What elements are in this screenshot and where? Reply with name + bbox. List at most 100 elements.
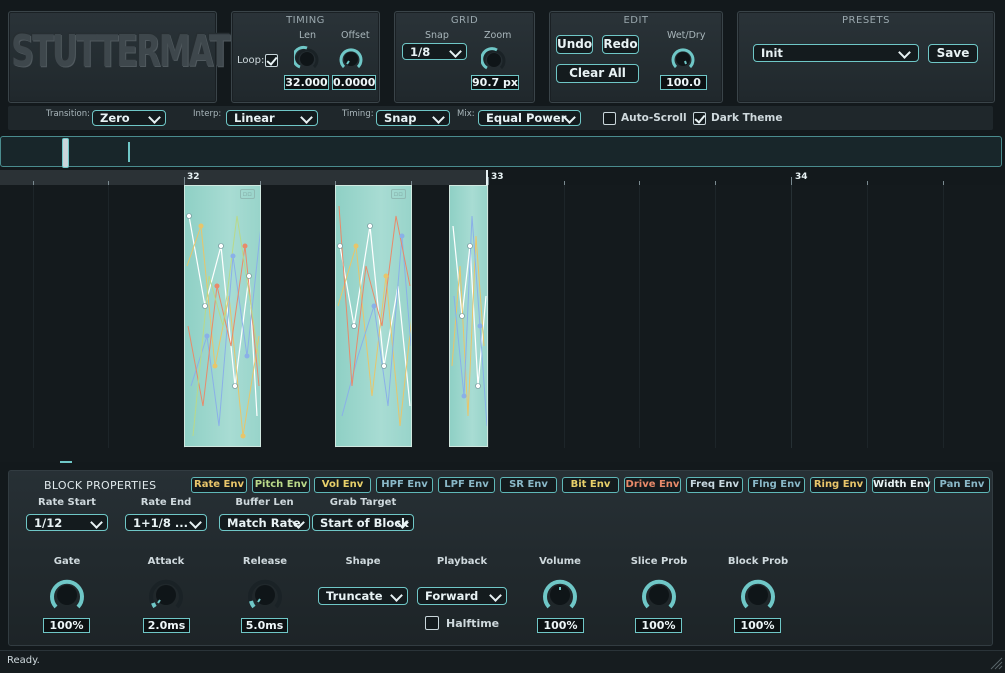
tab-rate-env[interactable]: Rate Env [191, 477, 247, 493]
rate-end-label: Rate End [140, 497, 192, 508]
offset-value[interactable]: 0.0000... [332, 75, 376, 90]
dark-theme-label: Dark Theme [711, 112, 783, 124]
attack-value[interactable]: 2.0ms [143, 618, 190, 633]
len-knob[interactable] [294, 45, 320, 73]
grid-line [488, 185, 489, 448]
release-knob[interactable] [246, 575, 284, 615]
save-button[interactable]: Save [928, 44, 978, 63]
volume-value[interactable]: 100% [537, 618, 584, 633]
overview-handle[interactable] [62, 138, 69, 168]
mix-dropdown[interactable]: Equal Power [478, 110, 581, 126]
envelope-lines [451, 215, 487, 427]
ruler-marker-34: 34 [795, 172, 808, 182]
slice-prob-label: Slice Prob [630, 556, 688, 567]
volume-label: Volume [539, 556, 581, 567]
edit-title: EDIT [623, 15, 649, 26]
block-prob-value[interactable]: 100% [734, 618, 781, 633]
status-text: Ready. [7, 655, 40, 666]
chevron-down-icon [90, 516, 103, 529]
rate-start-label: Rate Start [38, 497, 96, 508]
clear-all-button[interactable]: Clear All [556, 64, 639, 83]
gate-knob[interactable] [48, 575, 86, 615]
wetdry-knob[interactable] [670, 45, 696, 73]
chevron-down-icon [489, 589, 502, 602]
resize-grip-icon[interactable] [989, 656, 1003, 670]
release-value[interactable]: 5.0ms [241, 618, 288, 633]
envelope-lines [337, 205, 411, 427]
zoom-knob[interactable] [481, 46, 507, 74]
tab-sr-env[interactable]: SR Env [500, 477, 557, 493]
rate-start-dropdown[interactable]: 1/12 [26, 514, 108, 531]
logo: STUTTERMATION [11, 25, 291, 77]
tab-drive-env[interactable]: Drive Env [624, 477, 681, 493]
volume-knob[interactable] [541, 575, 579, 615]
len-value[interactable]: 32.000 [284, 75, 329, 90]
loop-checkbox[interactable] [265, 54, 278, 67]
grid-line [867, 185, 868, 448]
tab-vol-env[interactable]: Vol Env [314, 477, 371, 493]
tab-flng-env[interactable]: Flng Env [748, 477, 805, 493]
playback-label: Playback [436, 556, 488, 567]
tab-hpf-env[interactable]: HPF Env [376, 477, 433, 493]
timing-mode-dropdown[interactable]: Snap [376, 110, 450, 126]
tab-lpf-env[interactable]: LPF Env [438, 477, 495, 493]
gate-label: Gate [53, 556, 81, 567]
tab-width-env[interactable]: Width Env [872, 477, 930, 493]
slice-prob-value[interactable]: 100% [635, 618, 682, 633]
release-label: Release [242, 556, 288, 567]
overview-strip[interactable] [0, 136, 1002, 167]
rate-end-dropdown[interactable]: 1+1/8 ... [125, 514, 207, 531]
chevron-down-icon [449, 45, 462, 58]
playback-dropdown[interactable]: Forward [417, 587, 507, 605]
buffer-len-dropdown[interactable]: Match Rate [219, 514, 310, 531]
timeline-area[interactable] [0, 185, 1005, 462]
block-prob-knob[interactable] [739, 575, 777, 615]
halftime-checkbox[interactable] [425, 616, 439, 630]
chevron-down-icon [189, 516, 202, 529]
autoscroll-checkbox[interactable] [603, 112, 616, 125]
timing-title: TIMING [286, 15, 325, 26]
autoscroll-label: Auto-Scroll [621, 112, 687, 124]
loop-region[interactable] [0, 170, 488, 185]
stutter-block[interactable]: ▫▫ [335, 185, 412, 447]
preset-dropdown[interactable]: Init [753, 44, 919, 62]
block-properties-title: BLOCK PROPERTIES [44, 479, 157, 492]
scroll-indicator[interactable] [60, 461, 72, 463]
transition-dropdown[interactable]: Zero [92, 110, 166, 126]
undo-button[interactable]: Undo [556, 35, 593, 54]
chevron-down-icon [390, 589, 403, 602]
ruler-marker-32: 32 [187, 172, 200, 182]
interp-dropdown[interactable]: Linear [226, 110, 318, 126]
wetdry-label: Wet/Dry [667, 30, 706, 41]
tab-ring-env[interactable]: Ring Env [810, 477, 867, 493]
tab-pan-env[interactable]: Pan Env [934, 477, 990, 493]
redo-button[interactable]: Redo [602, 35, 639, 54]
timing-mode-label: Timing: [342, 109, 374, 119]
tab-freq-env[interactable]: Freq Env [686, 477, 743, 493]
gate-value[interactable]: 100% [43, 618, 90, 633]
len-label: Len [299, 30, 316, 41]
grab-target-dropdown[interactable]: Start of Block [312, 514, 414, 531]
attack-knob[interactable] [147, 575, 185, 615]
stutter-block[interactable]: ▫▫ [184, 185, 261, 447]
grid-line [715, 185, 716, 448]
interp-label: Interp: [193, 109, 222, 119]
zoom-value[interactable]: 90.7 px [471, 75, 519, 90]
ruler-marker-33: 33 [491, 172, 504, 182]
shape-dropdown[interactable]: Truncate [318, 587, 408, 605]
buffer-len-label: Buffer Len [235, 497, 294, 508]
offset-label: Offset [341, 30, 370, 41]
tab-pitch-env[interactable]: Pitch Env [252, 477, 310, 493]
stutter-block[interactable] [449, 185, 488, 447]
slice-prob-knob[interactable] [640, 575, 678, 615]
snap-dropdown[interactable]: 1/8 [402, 43, 467, 60]
mix-label: Mix: [457, 109, 475, 119]
offset-knob[interactable] [338, 45, 364, 73]
wetdry-value[interactable]: 100.0 [660, 75, 707, 90]
shape-label: Shape [345, 556, 381, 567]
chevron-down-icon [148, 111, 161, 124]
chevron-down-icon [300, 111, 313, 124]
dark-theme-checkbox[interactable] [693, 112, 706, 125]
tab-bit-env[interactable]: Bit Env [562, 477, 619, 493]
loop-label: Loop: [237, 55, 265, 66]
